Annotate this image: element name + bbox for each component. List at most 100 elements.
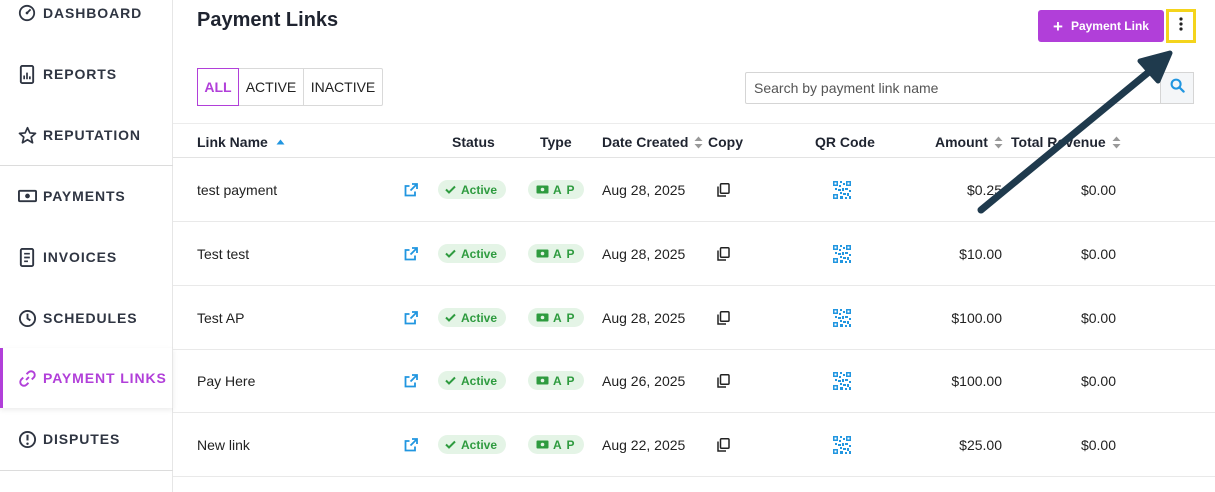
total-revenue: $0.00 (1080, 245, 1116, 262)
copy-icon[interactable] (717, 349, 730, 412)
open-link-icon[interactable] (404, 413, 418, 476)
amount: $25.00 (959, 436, 1002, 453)
clock-icon (17, 308, 37, 328)
status-label: Active (461, 310, 498, 325)
status-badge: Active (438, 244, 507, 263)
page-title: Payment Links (197, 9, 339, 31)
reports-icon (17, 64, 37, 84)
check-icon (445, 376, 456, 385)
sort-icon (1112, 136, 1121, 149)
sidebar-item-label: REPUTATION (43, 127, 141, 143)
plus-icon: + (1053, 16, 1063, 36)
status-label: Active (461, 246, 498, 261)
status-filter-group: ALL ACTIVE INACTIVE (197, 68, 383, 106)
column-total-revenue[interactable]: Total Revenue (1011, 134, 1121, 150)
sidebar-item-reputation[interactable]: REPUTATION (0, 105, 173, 165)
amount: $10.00 (959, 245, 1002, 262)
add-payment-link-button[interactable]: + Payment Link (1038, 10, 1164, 42)
cash-icon (17, 186, 37, 206)
open-link-icon[interactable] (404, 158, 418, 221)
link-name[interactable]: Test AP (197, 286, 244, 349)
table-row[interactable]: New link Active A P Aug 22, 2025 $25.00 $0.00 (173, 413, 1215, 477)
cash-icon (536, 440, 549, 449)
sidebar-item-label: PAYMENTS (43, 188, 126, 204)
status-badge: Active (438, 435, 507, 454)
table-row[interactable]: Pay Here Active A P Aug 26, 2025 $100.00 $0.0… (173, 349, 1215, 413)
type-badge: A P (528, 244, 584, 263)
search-button[interactable] (1160, 72, 1194, 104)
qr-code-icon[interactable] (833, 349, 851, 412)
amount: $100.00 (951, 309, 1002, 326)
check-icon (445, 313, 456, 322)
copy-icon[interactable] (717, 413, 730, 476)
date-created: Aug 28, 2025 (602, 309, 686, 326)
status-badge: Active (438, 371, 507, 390)
link-name[interactable]: Test test (197, 222, 249, 285)
status-cell: Active (438, 158, 507, 221)
cash-icon (536, 313, 549, 322)
search-icon (1170, 78, 1185, 98)
link-name[interactable]: Pay Here (197, 349, 255, 412)
sidebar: DASHBOARD REPORTS REPUTATION PAYMENTS IN… (0, 0, 173, 492)
sidebar-item-invoices[interactable]: INVOICES (0, 227, 173, 287)
sidebar-item-label: DISPUTES (43, 431, 121, 447)
cash-icon (536, 249, 549, 258)
type-label: A P (553, 246, 576, 261)
status-cell: Active (438, 349, 507, 412)
open-link-icon[interactable] (404, 286, 418, 349)
date-created: Aug 28, 2025 (602, 245, 686, 262)
link-name[interactable]: New link (197, 413, 250, 476)
sidebar-item-payment-links[interactable]: PAYMENT LINKS (0, 348, 173, 408)
table-header: Link Name Status Type Date Created Copy … (173, 123, 1215, 158)
amount: $0.25 (966, 181, 1002, 198)
qr-code-icon[interactable] (833, 158, 851, 221)
amount: $100.00 (951, 372, 1002, 389)
copy-icon[interactable] (717, 286, 730, 349)
invoice-icon (17, 247, 37, 267)
open-link-icon[interactable] (404, 222, 418, 285)
sidebar-item-dashboard[interactable]: DASHBOARD (0, 0, 173, 43)
qr-code-icon[interactable] (833, 222, 851, 285)
type-label: A P (553, 373, 576, 388)
total-revenue: $0.00 (1080, 181, 1116, 198)
vertical-dots-icon (1179, 16, 1183, 36)
type-cell: A P (528, 286, 584, 349)
column-type: Type (540, 134, 572, 150)
more-options-button[interactable] (1166, 9, 1196, 43)
column-label: QR Code (815, 134, 875, 150)
column-date-created[interactable]: Date Created (602, 134, 703, 150)
search-input[interactable] (745, 72, 1161, 104)
filter-all[interactable]: ALL (197, 68, 239, 106)
column-link-name[interactable]: Link Name (197, 134, 285, 150)
column-amount[interactable]: Amount (935, 134, 1003, 150)
filter-active[interactable]: ACTIVE (239, 69, 304, 105)
sidebar-item-reports[interactable]: REPORTS (0, 44, 173, 104)
sidebar-item-disputes[interactable]: DISPUTES (0, 409, 173, 469)
type-badge: A P (528, 435, 584, 454)
sidebar-item-payments[interactable]: PAYMENTS (0, 166, 173, 226)
open-link-icon[interactable] (404, 349, 418, 412)
type-cell: A P (528, 158, 584, 221)
copy-icon[interactable] (717, 158, 730, 221)
link-name[interactable]: test payment (197, 158, 277, 221)
copy-icon[interactable] (717, 222, 730, 285)
type-cell: A P (528, 222, 584, 285)
qr-code-icon[interactable] (833, 413, 851, 476)
column-label: Date Created (602, 134, 689, 150)
status-label: Active (461, 182, 498, 197)
sort-asc-icon (276, 139, 285, 145)
column-label: Total Revenue (1011, 134, 1106, 150)
date-created: Aug 26, 2025 (602, 372, 686, 389)
qr-code-icon[interactable] (833, 286, 851, 349)
table-row[interactable]: Test AP Active A P Aug 28, 2025 $100.00 $0.00 (173, 286, 1215, 350)
table-row[interactable]: test payment Active A P Aug 28, 2025 $0.25 $0… (173, 158, 1215, 222)
filter-inactive[interactable]: INACTIVE (304, 69, 382, 105)
table-row[interactable]: Test test Active A P Aug 28, 2025 $10.00 $0.0… (173, 222, 1215, 286)
type-badge: A P (528, 308, 584, 327)
total-revenue: $0.00 (1080, 436, 1116, 453)
column-label: Amount (935, 134, 988, 150)
column-qr-code: QR Code (815, 134, 875, 150)
sidebar-item-schedules[interactable]: SCHEDULES (0, 288, 173, 348)
sort-icon (694, 136, 703, 149)
date-created: Aug 22, 2025 (602, 436, 686, 453)
